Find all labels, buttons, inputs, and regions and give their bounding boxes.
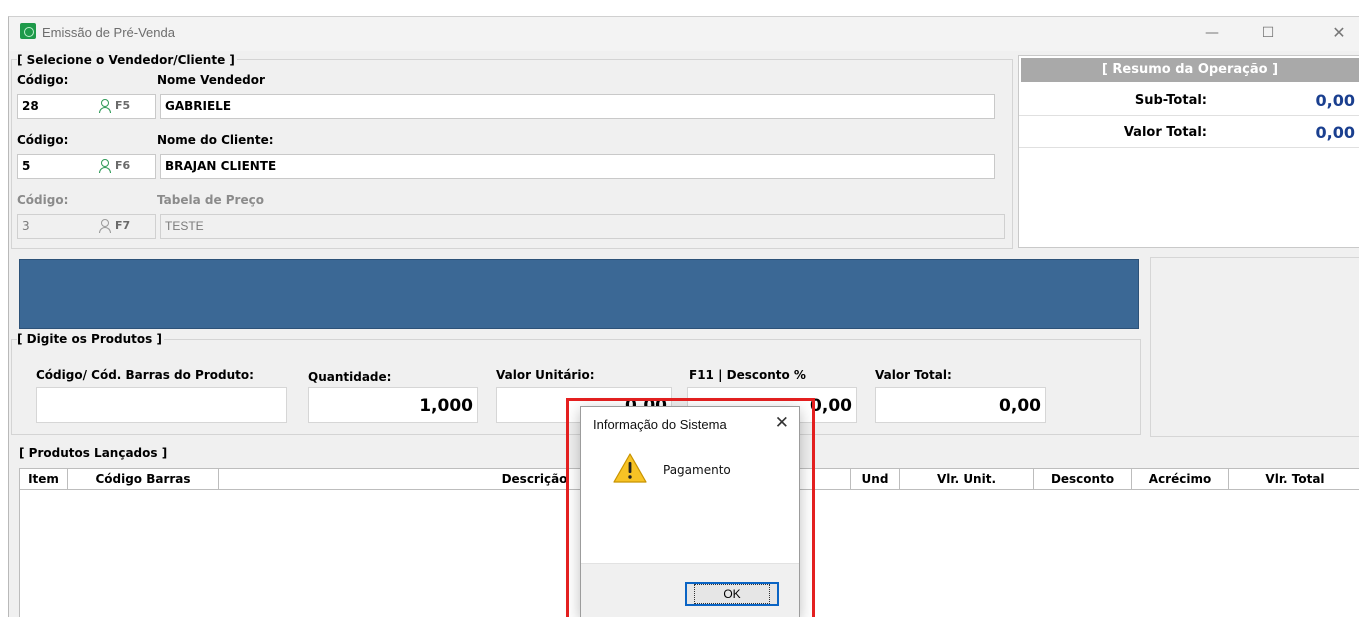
seller-code-value: 28 — [22, 99, 39, 113]
client-name-field[interactable]: BRAJAN CLIENTE — [160, 154, 995, 179]
client-code-input[interactable]: 5 F6 — [17, 154, 156, 179]
col-unit-price[interactable]: Vlr. Unit. — [900, 469, 1034, 490]
summary-title: [ Resumo da Operação ] — [1021, 58, 1359, 82]
ok-button-label: OK — [694, 584, 770, 604]
price-table-code-label: Código: — [17, 193, 69, 207]
close-button[interactable]: ✕ — [1324, 23, 1354, 43]
col-discount[interactable]: Desconto — [1034, 469, 1132, 490]
total-row: Valor Total: 0,00 — [1019, 118, 1359, 148]
price-table-lookup-button: F7 — [98, 218, 130, 234]
dialog-title: Informação do Sistema — [593, 417, 727, 432]
products-entry-title: [ Digite os Produtos ] — [17, 332, 164, 346]
title-bar: Emissão de Pré-Venda — ☐ ✕ — [9, 17, 1359, 51]
maximize-button[interactable]: ☐ — [1253, 23, 1283, 43]
client-shortcut: F6 — [115, 159, 131, 172]
client-code-label: Código: — [17, 133, 69, 147]
quantity-label: Quantidade: — [308, 370, 392, 384]
client-lookup-button[interactable]: F6 — [98, 158, 130, 174]
user-search-icon — [98, 219, 112, 233]
price-table-code-input: 3 F7 — [17, 214, 156, 239]
subtotal-row: Sub-Total: 0,00 — [1019, 86, 1359, 116]
discount-label: F11 | Desconto % — [689, 368, 806, 382]
user-search-icon — [98, 99, 112, 113]
total-value: 0,00 — [1315, 123, 1355, 142]
client-code-value: 5 — [22, 159, 31, 173]
seller-lookup-button[interactable]: F5 — [98, 98, 130, 114]
unit-price-label: Valor Unitário: — [496, 368, 595, 382]
dialog-message: Pagamento — [663, 463, 731, 477]
price-table-name-label: Tabela de Preço — [157, 193, 264, 207]
price-table-name-field: TESTE — [160, 214, 1005, 239]
barcode-input[interactable] — [36, 387, 287, 423]
price-table-shortcut: F7 — [115, 219, 131, 232]
ok-button[interactable]: OK — [685, 582, 779, 606]
col-unit[interactable]: Und — [851, 469, 900, 490]
product-image-panel — [1150, 257, 1359, 437]
product-display-bar — [19, 259, 1139, 329]
client-name-label: Nome do Cliente: — [157, 133, 274, 147]
entry-total-label: Valor Total: — [875, 368, 952, 382]
window-title: Emissão de Pré-Venda — [42, 25, 175, 40]
subtotal-label: Sub-Total: — [1134, 93, 1207, 108]
col-barcode[interactable]: Código Barras — [68, 469, 219, 490]
seller-code-label: Código: — [17, 73, 69, 87]
minimize-button[interactable]: — — [1197, 23, 1227, 43]
entry-total-input: 0,00 — [875, 387, 1046, 423]
quantity-input[interactable]: 1,000 — [308, 387, 478, 423]
warning-icon — [613, 453, 647, 483]
col-surcharge[interactable]: Acrécimo — [1132, 469, 1229, 490]
launched-products-title: [ Produtos Lançados ] — [19, 446, 170, 460]
seller-name-label: Nome Vendedor — [157, 73, 265, 87]
col-item[interactable]: Item — [20, 469, 68, 490]
barcode-label: Código/ Cód. Barras do Produto: — [36, 368, 254, 382]
seller-code-input[interactable]: 28 F5 — [17, 94, 156, 119]
vendor-client-group-title: [ Selecione o Vendedor/Cliente ] — [17, 53, 237, 67]
system-info-dialog: Informação do Sistema ✕ Pagamento OK — [580, 406, 800, 617]
col-total[interactable]: Vlr. Total — [1229, 469, 1359, 490]
operation-summary-panel: [ Resumo da Operação ] Sub-Total: 0,00 V… — [1018, 55, 1359, 248]
app-icon — [20, 23, 36, 39]
seller-shortcut: F5 — [115, 99, 131, 112]
user-search-icon — [98, 159, 112, 173]
total-label: Valor Total: — [1123, 125, 1207, 140]
dialog-close-button[interactable]: ✕ — [775, 413, 789, 433]
seller-name-field[interactable]: GABRIELE — [160, 94, 995, 119]
price-table-code-value: 3 — [22, 219, 30, 233]
subtotal-value: 0,00 — [1315, 91, 1355, 110]
